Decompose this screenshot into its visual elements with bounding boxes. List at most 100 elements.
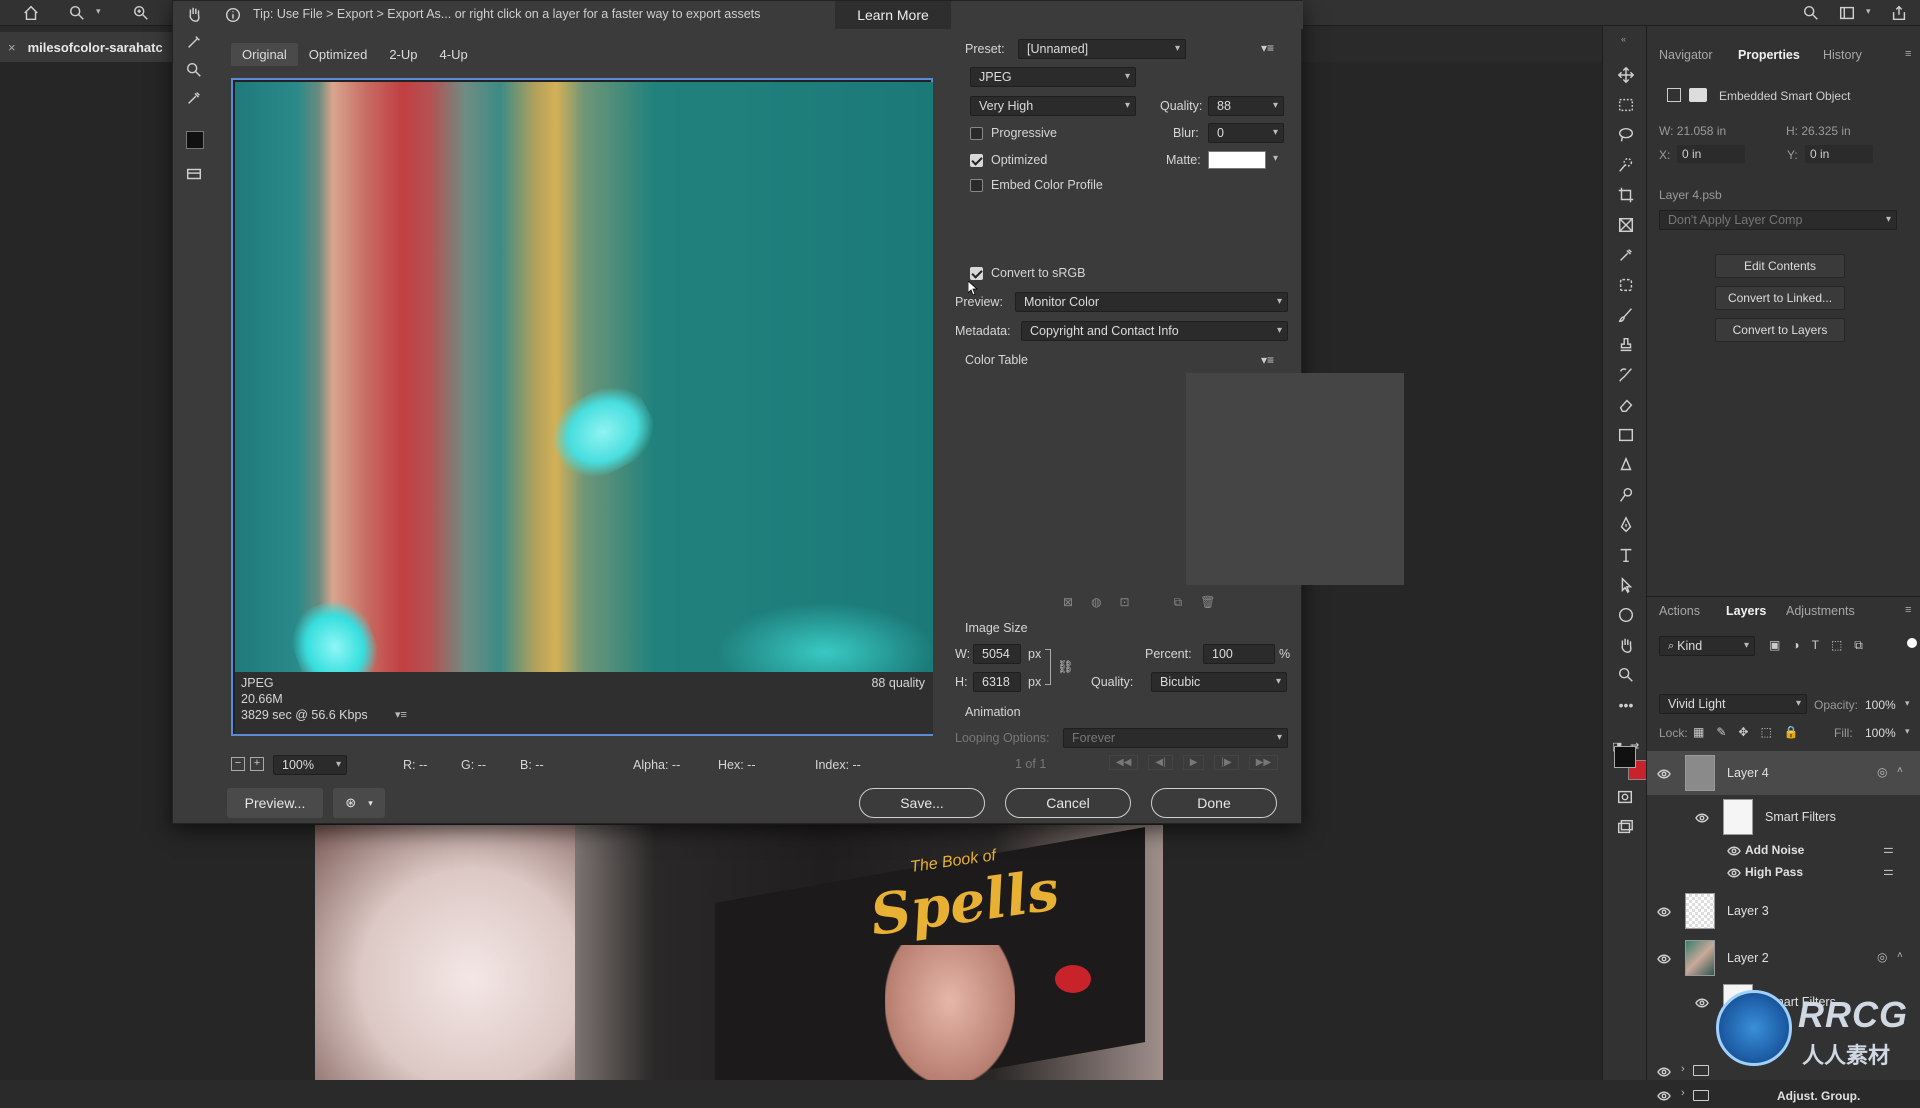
chevron-up-icon[interactable]: ˄	[1897, 765, 1903, 776]
format-select[interactable]: JPEG ▾	[970, 67, 1136, 87]
lock-color-icon[interactable]: ⊡	[1120, 595, 1130, 610]
web-shift-icon[interactable]: ◍	[1091, 595, 1101, 610]
layer-row[interactable]: Layer 3	[1647, 889, 1920, 933]
chevron-down-icon[interactable]: ▾	[1273, 153, 1278, 164]
progressive-checkbox[interactable]	[970, 127, 983, 140]
color-preview-select[interactable]: Monitor Color ▾	[1015, 292, 1288, 312]
looping-select[interactable]: Forever ▾	[1063, 728, 1288, 748]
eye-icon[interactable]	[1657, 1066, 1671, 1077]
filter-options-icon[interactable]: ⚌	[1883, 842, 1894, 856]
quality-input[interactable]: 88 ▾	[1208, 96, 1284, 116]
history-brush-tool-icon[interactable]	[1612, 364, 1640, 386]
foreground-color-swatch[interactable]	[1614, 746, 1636, 768]
home-icon[interactable]	[20, 3, 42, 23]
tab-properties[interactable]: Properties	[1738, 48, 1800, 62]
optimize-menu-icon[interactable]: ▾≡	[1261, 41, 1274, 55]
screen-mode-icon[interactable]	[1614, 816, 1636, 838]
tab-original[interactable]: Original	[231, 43, 298, 66]
lock-pixels-icon[interactable]: ✎	[1716, 725, 1726, 739]
eyedropper-tool-icon[interactable]	[1612, 244, 1640, 266]
layer-row[interactable]: Layer 4 ◎ ˄	[1647, 751, 1920, 795]
path-select-tool-icon[interactable]	[1612, 574, 1640, 596]
document-tab[interactable]: × milesofcolor-sarahatc	[0, 32, 172, 62]
frame-tool-icon[interactable]	[1612, 214, 1640, 236]
first-frame-icon[interactable]: ◀◀	[1109, 755, 1139, 770]
preset-select[interactable]: [Unnamed] ▾	[1018, 39, 1186, 59]
eye-icon[interactable]	[1657, 906, 1671, 917]
ellipse-tool-icon[interactable]	[1612, 604, 1640, 626]
tab-history[interactable]: History	[1823, 48, 1862, 62]
slice-select-icon[interactable]	[183, 31, 205, 53]
percent-input[interactable]: 100	[1203, 644, 1275, 664]
learn-more-button[interactable]: Learn More	[835, 1, 951, 29]
x-input[interactable]: 0 in	[1677, 145, 1745, 163]
layer-row[interactable]: High Pass ⚌	[1647, 861, 1920, 883]
hand-tool-icon[interactable]	[1612, 634, 1640, 656]
lock-transparent-icon[interactable]: ▦	[1693, 725, 1704, 739]
metadata-select[interactable]: Copyright and Contact Info ▾	[1021, 321, 1288, 341]
link-icon[interactable]: ⛓	[1057, 659, 1074, 675]
convert-srgb-checkbox[interactable]	[970, 267, 983, 280]
more-tools-icon[interactable]: •••	[1612, 694, 1640, 716]
map-transparent-icon[interactable]: ⊠	[1063, 595, 1073, 610]
prev-frame-icon[interactable]: ◀|	[1148, 755, 1173, 770]
share-icon[interactable]	[1888, 3, 1910, 23]
next-frame-icon[interactable]: |▶	[1214, 755, 1239, 770]
fill-value[interactable]: 100%	[1865, 726, 1896, 740]
quality-preset-select[interactable]: Very High ▾	[970, 96, 1136, 116]
delete-color-icon[interactable]: 🗑	[1200, 595, 1215, 610]
chevron-down-icon[interactable]: ▾	[1905, 698, 1910, 709]
quick-mask-icon[interactable]	[1614, 786, 1636, 808]
layer-row[interactable]: › Adjust. Group.	[1647, 1086, 1920, 1108]
dodge-tool-icon[interactable]	[1612, 484, 1640, 506]
eye-icon[interactable]	[1727, 845, 1741, 856]
y-input[interactable]: 0 in	[1805, 145, 1873, 163]
save-button[interactable]: Save...	[859, 788, 985, 818]
eye-icon[interactable]	[1695, 997, 1709, 1008]
toggle-slices-icon[interactable]	[183, 163, 205, 185]
eye-icon[interactable]	[1727, 867, 1741, 878]
collapse-icon[interactable]: «	[1621, 34, 1626, 44]
zoom-icon[interactable]	[183, 59, 205, 81]
tab-adjustments[interactable]: Adjustments	[1786, 604, 1855, 618]
browser-preview-button[interactable]: ⊛ ▾	[333, 788, 385, 818]
panel-menu-icon[interactable]: ≡	[1905, 48, 1911, 60]
workspace-icon[interactable]	[1836, 3, 1858, 23]
layer-row[interactable]: Add Noise ⚌	[1647, 839, 1920, 861]
new-color-icon[interactable]: ⧉	[1174, 595, 1183, 610]
last-frame-icon[interactable]: ▶▶	[1248, 755, 1279, 770]
height-input[interactable]: 6318	[973, 672, 1021, 692]
smart-filter-icon[interactable]: ⧉	[1854, 638, 1863, 653]
layer-filter-kind-select[interactable]: ⌕ Kind ▾	[1659, 636, 1755, 656]
eye-icon[interactable]	[1657, 953, 1671, 964]
chevron-down-icon[interactable]: ▾	[1905, 726, 1910, 737]
zoom-in-button[interactable]: +	[250, 757, 264, 771]
move-tool-icon[interactable]	[1612, 64, 1640, 86]
tab-4-up[interactable]: 4-Up	[429, 43, 479, 66]
opacity-value[interactable]: 100%	[1865, 698, 1896, 712]
tab-layers[interactable]: Layers	[1726, 604, 1766, 618]
edit-contents-button[interactable]: Edit Contents	[1715, 254, 1845, 278]
layer-comp-select[interactable]: Don't Apply Layer Comp ▾	[1659, 210, 1897, 230]
adjustment-filter-icon[interactable]: ◑	[1792, 638, 1799, 653]
matte-swatch[interactable]	[1208, 151, 1266, 169]
spot-healing-tool-icon[interactable]	[1612, 274, 1640, 296]
zoom-tool-icon[interactable]	[66, 3, 88, 23]
pixel-filter-icon[interactable]: ▣	[1769, 638, 1780, 653]
color-table-menu-icon[interactable]: ▾≡	[1261, 353, 1274, 367]
marquee-tool-icon[interactable]	[1612, 94, 1640, 116]
image-preview[interactable]: JPEG 20.66M 3829 sec @ 56.6 Kbps ▾≡ 88 q…	[231, 78, 933, 736]
chevron-down-icon[interactable]: ▾	[1866, 6, 1871, 17]
eyedropper-color-swatch[interactable]	[186, 131, 204, 149]
search-icon[interactable]	[1800, 3, 1822, 23]
preview-image[interactable]	[235, 82, 933, 672]
embed-profile-checkbox[interactable]	[970, 179, 983, 192]
zoom-out-button[interactable]: −	[231, 757, 245, 771]
lock-position-icon[interactable]: ✥	[1738, 725, 1748, 739]
done-button[interactable]: Done	[1151, 788, 1277, 818]
blur-tool-icon[interactable]	[1612, 454, 1640, 476]
chevron-up-icon[interactable]: ˄	[1897, 950, 1903, 961]
zoom-level-select[interactable]: 100% ▾	[273, 755, 347, 775]
stamp-tool-icon[interactable]	[1612, 334, 1640, 356]
chevron-right-icon[interactable]: ›	[1681, 1063, 1685, 1075]
